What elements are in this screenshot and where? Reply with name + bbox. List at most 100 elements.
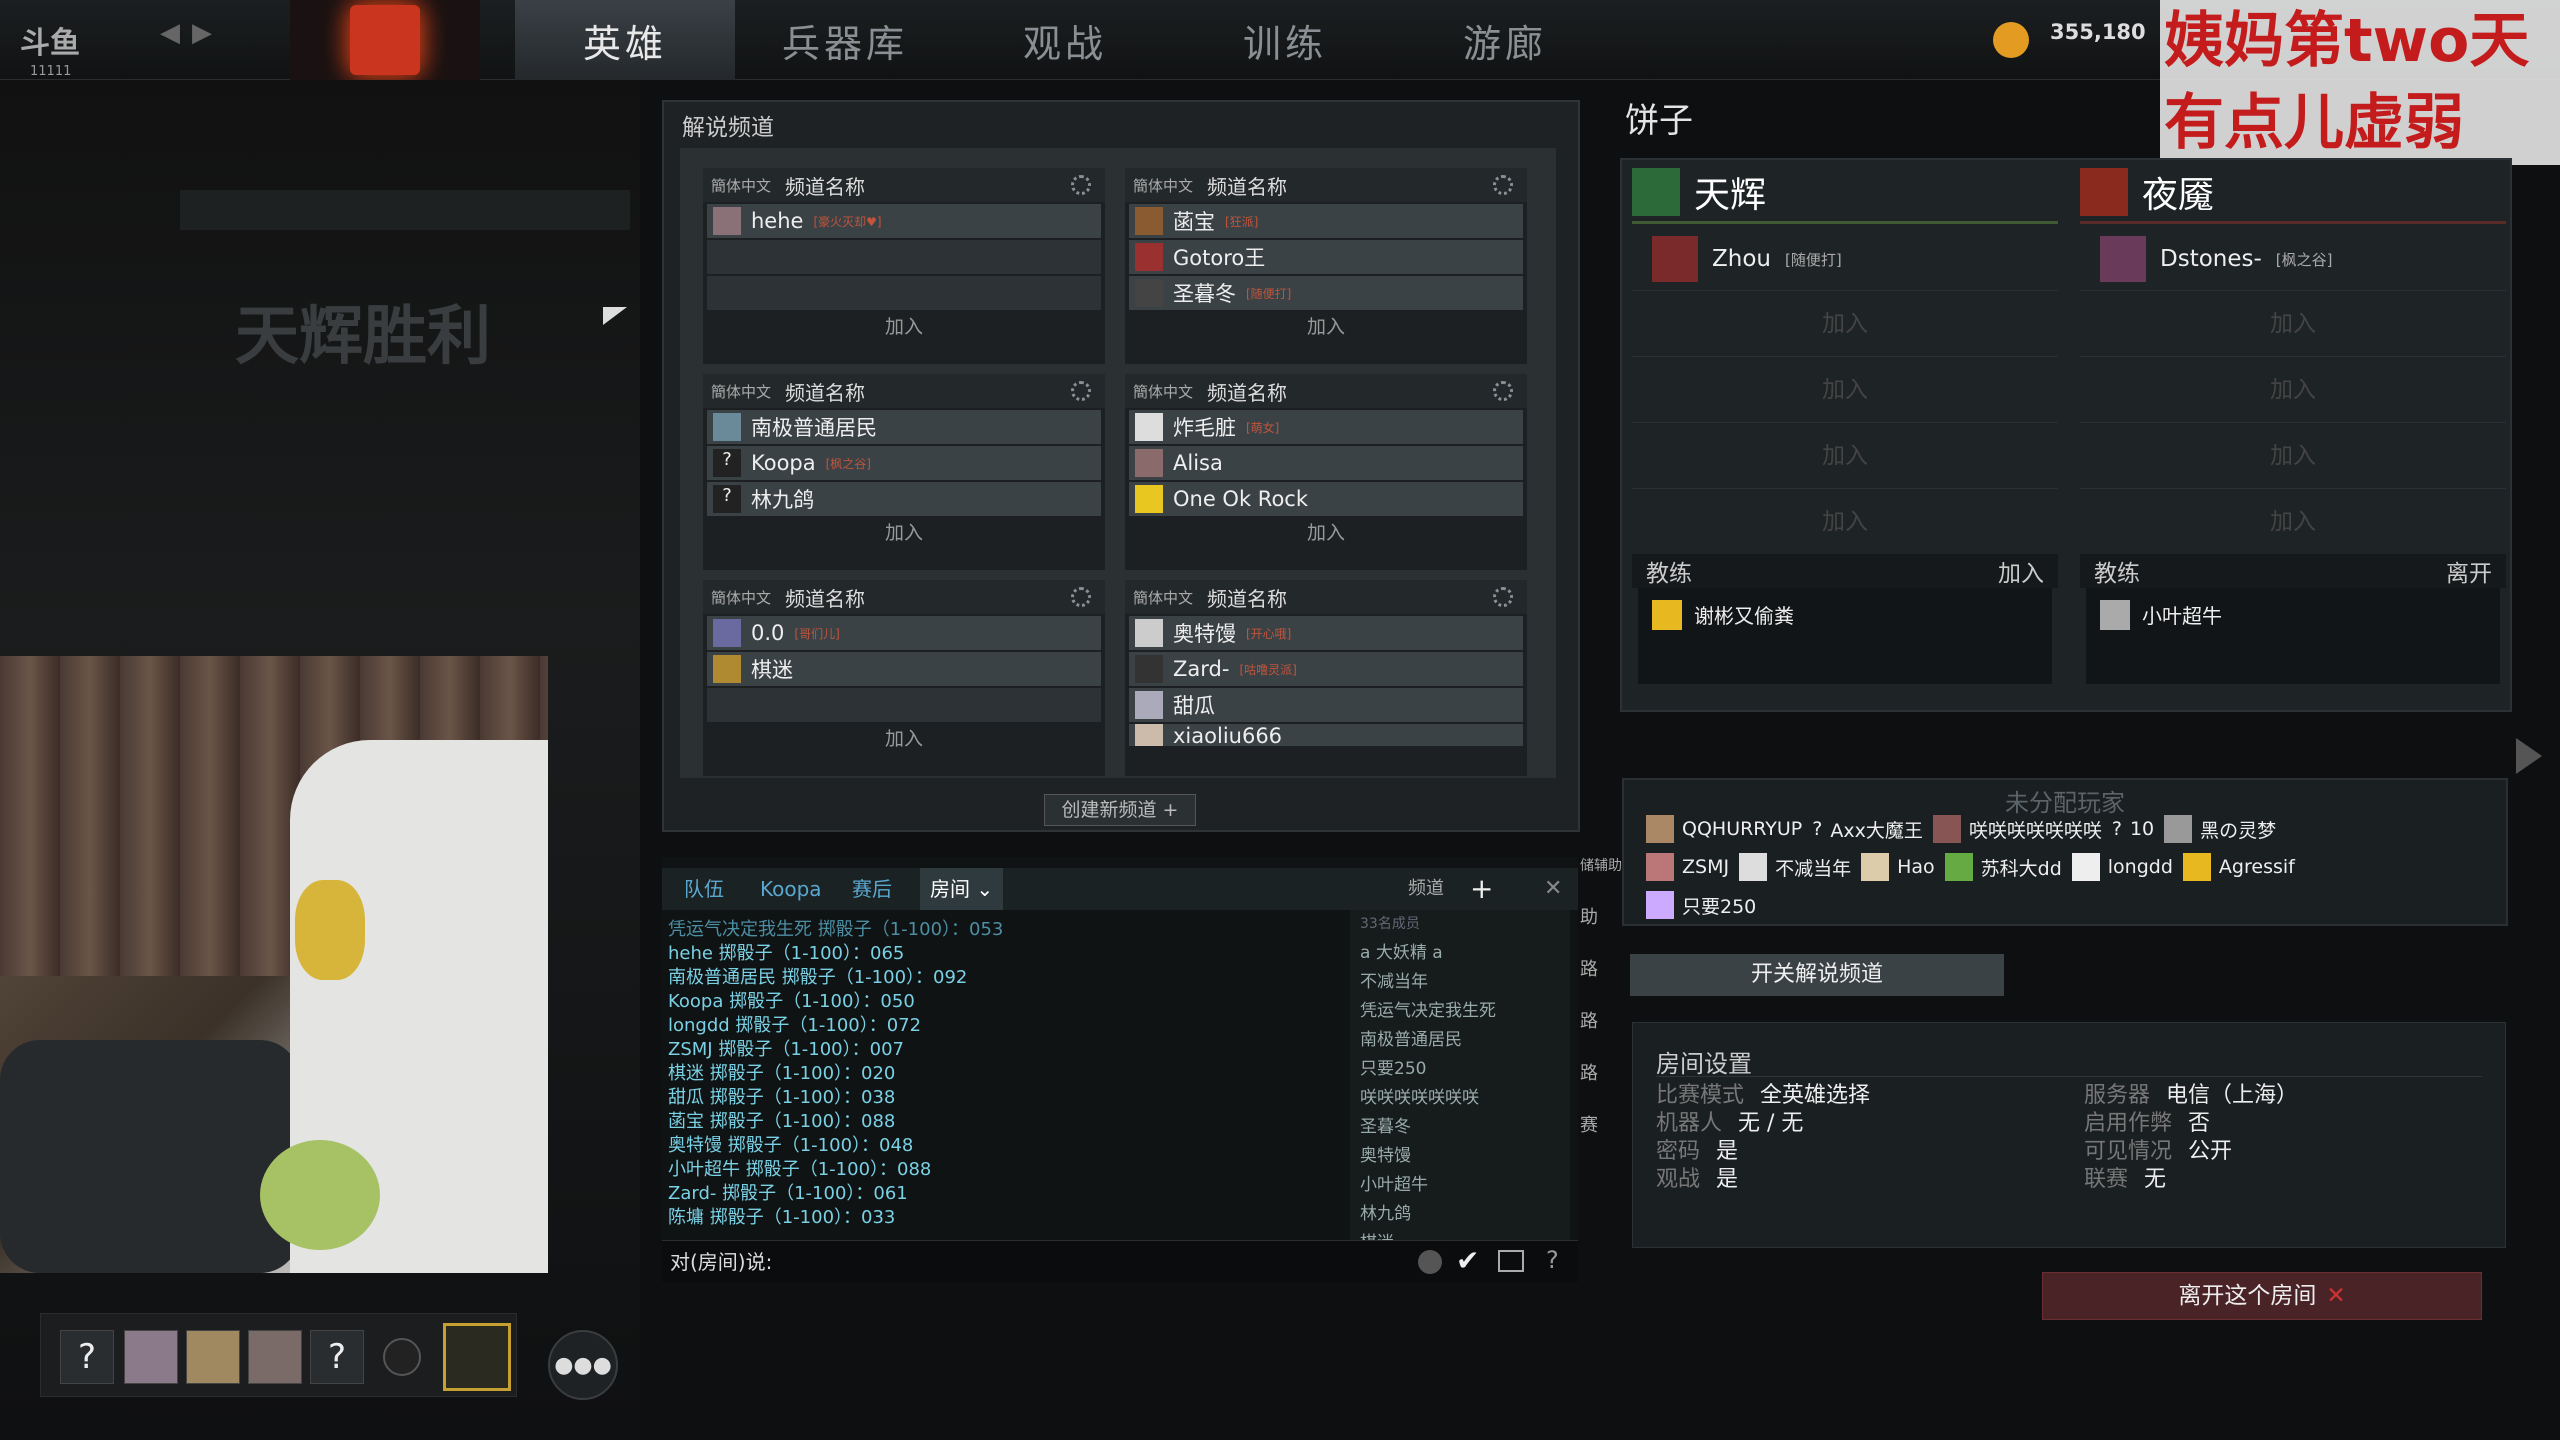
unassigned-player[interactable]: Agressif [2182,853,2295,881]
channel-join-button[interactable]: 加入 [703,724,1105,754]
tab-koopa-chat[interactable]: Koopa [760,868,822,910]
unassigned-player[interactable]: QQHURRYUP [1646,815,1802,843]
emoji-icon[interactable] [1418,1250,1442,1274]
avatar [1135,243,1163,271]
member-item[interactable]: 南极普通居民 [1360,1026,1570,1055]
dire-join-slot[interactable]: 加入 [2080,488,2506,554]
tab-heroes[interactable]: 英雄 [515,0,735,80]
channel-join-button[interactable]: 加入 [1125,518,1527,548]
channel-member: 奥特馒 [开心哦] [1129,616,1523,650]
dire-player[interactable]: Dstones- [枫之谷] [2080,228,2506,290]
forward-arrow-icon[interactable]: ▶ [192,18,212,48]
gear-icon[interactable]: o [1493,587,1513,607]
chat-messages: 凭运气决定我生死 掷骰子（1-100）：053 hehe 掷骰子（1-100）：… [668,918,1328,1230]
channel-join-button[interactable]: 加入 [1125,312,1527,342]
dire-header: 夜魇 [2080,162,2506,224]
help-icon[interactable]: ? [1546,1246,1559,1274]
unassigned-player[interactable]: 黑の灵梦 [2164,815,2276,843]
radiant-join-slot[interactable]: 加入 [1632,290,2058,356]
avatar [2100,600,2130,630]
dire-join-slot[interactable]: 加入 [2080,356,2506,422]
stream-logo: 斗鱼 [20,26,80,61]
member-item[interactable]: 凭运气决定我生死 [1360,997,1570,1026]
unassigned-player[interactable]: ZSMJ [1646,853,1729,881]
radiant-header: 天辉 [1632,162,2058,224]
close-icon[interactable]: ✕ [1544,868,1562,910]
channel-slot-empty [707,276,1101,310]
unassigned-player[interactable]: Hao [1861,853,1935,881]
toggle-broadcast-button[interactable]: 开关解说频道 [1630,954,2004,996]
divider [1656,1076,2482,1077]
party-slot-empty[interactable]: ? [60,1330,114,1384]
friends-button[interactable]: ●●● [548,1330,618,1400]
room-id: 11111 [30,64,72,79]
unassigned-player[interactable]: longdd [2071,853,2173,881]
radiant-join-slot[interactable]: 加入 [1632,356,2058,422]
back-arrow-icon[interactable]: ◀ [160,18,180,48]
unassigned-player[interactable]: 不减当年 [1739,853,1851,881]
dire-join-slot[interactable]: 加入 [2080,290,2506,356]
party-slot-avatar[interactable] [248,1330,302,1384]
tab-postgame-chat[interactable]: 赛后 [852,868,892,910]
unassigned-player[interactable]: 只要250 [1646,891,1756,919]
unknown-avatar-icon: ? [713,449,741,477]
party-slot-avatar[interactable] [186,1330,240,1384]
dota-logo-icon[interactable] [290,0,480,80]
chat-line: 南极普通居民 掷骰子（1-100）：092 [668,967,968,988]
dire-coach-bar: 教练 离开 [2080,554,2506,588]
radiant-join-slot[interactable]: 加入 [1632,488,2058,554]
unassigned-player[interactable]: 咲咲咲咲咲咲咲 [1932,815,2102,843]
unassigned-player[interactable]: ? 10 [2112,818,2154,840]
gear-icon[interactable]: o [1071,587,1091,607]
tab-arcade[interactable]: 游廊 [1395,0,1615,80]
channel-name: 频道名称 [1207,174,1288,199]
member-item[interactable]: 只要250 [1360,1055,1570,1084]
chat-line: 奥特馒 掷骰子（1-100）：048 [668,1135,914,1156]
channel-join-button[interactable]: 加入 [703,518,1105,548]
channel-name: 频道名称 [785,174,866,199]
member-item[interactable]: 圣暮冬 [1360,1113,1570,1142]
member-item[interactable]: 咲咲咲咲咲咲咲 [1360,1084,1570,1113]
tab-lobby-chat[interactable]: 房间 ⌄ [920,868,1004,910]
voice-icon[interactable] [383,1338,421,1376]
party-slot-avatar[interactable] [124,1330,178,1384]
gear-icon[interactable]: o [1071,381,1091,401]
gear-icon[interactable]: o [1071,175,1091,195]
leave-room-button[interactable]: 离开这个房间 ✕ [2042,1272,2482,1320]
tab-learn[interactable]: 训练 [1175,0,1395,80]
window-icon[interactable] [1498,1250,1524,1272]
background-breadcrumb [180,190,630,230]
send-check-icon[interactable]: ✔ [1456,1244,1479,1277]
expand-arrow-icon[interactable] [2516,738,2542,774]
tab-watch[interactable]: 观战 [955,0,1175,80]
member-item[interactable]: 小叶超牛 [1360,1171,1570,1200]
radiant-join-slot[interactable]: 加入 [1632,422,2058,488]
rank-medal-icon[interactable] [443,1323,511,1391]
chat-line: Koopa 掷骰子（1-100）：050 [668,991,915,1012]
tab-team-chat[interactable]: 队伍 [684,868,724,910]
unassigned-player[interactable]: 苏科大dd [1944,853,2062,881]
channel-join-button[interactable]: 加入 [703,312,1105,342]
tab-armory[interactable]: 兵器库 [735,0,955,80]
dire-coach-leave-button[interactable]: 离开 [2446,554,2492,588]
member-item[interactable]: 林九鸽 [1360,1200,1570,1229]
chat-line: ZSMJ 掷骰子（1-100）：007 [668,1039,904,1060]
radiant-player[interactable]: Zhou [随便打] [1632,228,2058,290]
channel-member: ? Koopa [枫之谷] [707,446,1101,480]
settings-col-left: 比赛模式 全英雄选择 机器人 无 / 无 密码 是 观战 是 [1656,1083,1871,1192]
channel-member: 菡宝 [狂派] [1129,204,1523,238]
add-channel-icon[interactable]: + [1470,868,1493,910]
dire-join-slot[interactable]: 加入 [2080,422,2506,488]
member-item[interactable]: 不减当年 [1360,968,1570,997]
party-slot-empty[interactable]: ? [310,1330,364,1384]
currency-value: 355,180 [2050,20,2146,44]
avatar [713,413,741,441]
unassigned-player[interactable]: ? Axx大魔王 [1812,816,1923,843]
gear-icon[interactable]: o [1493,381,1513,401]
radiant-coach-join-button[interactable]: 加入 [1998,554,2044,588]
avatar [713,619,741,647]
member-item[interactable]: 奥特馒 [1360,1142,1570,1171]
member-item[interactable]: a 大妖精 a [1360,939,1570,968]
create-channel-button[interactable]: 创建新频道 + [1044,794,1196,826]
gear-icon[interactable]: o [1493,175,1513,195]
